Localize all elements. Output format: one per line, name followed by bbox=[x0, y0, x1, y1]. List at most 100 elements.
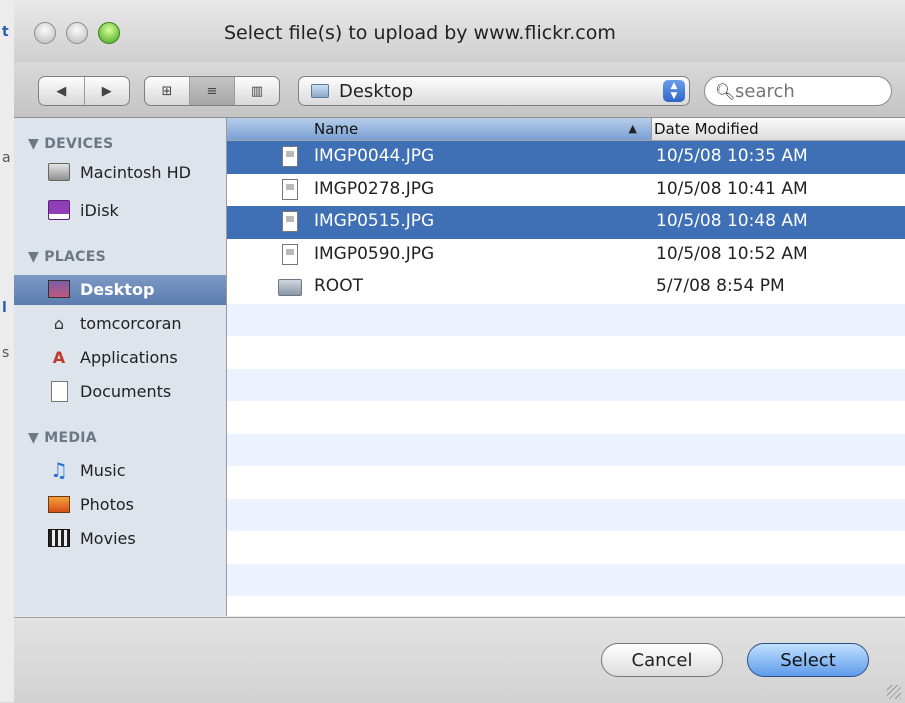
sidebar-item-label: tomcorcoran bbox=[80, 314, 182, 333]
toolbar: ◀ ▶ ⊞ ≡ ▥ Desktop ▲ ▼ 🔍︎ bbox=[14, 62, 905, 118]
window-title: Select file(s) to upload by www.flickr.c… bbox=[224, 22, 616, 44]
file-date: 10/5/08 10:41 AM bbox=[656, 178, 808, 199]
popup-arrows-icon: ▲ ▼ bbox=[663, 80, 685, 102]
sidebar-item-documents[interactable]: Documents bbox=[14, 377, 226, 407]
empty-row bbox=[227, 303, 905, 336]
sidebar-item-applications[interactable]: A Applications bbox=[14, 343, 226, 373]
empty-row bbox=[227, 596, 905, 616]
sidebar-item-label: Applications bbox=[80, 348, 178, 367]
sidebar-item-label: Documents bbox=[80, 382, 172, 401]
movies-icon bbox=[48, 528, 70, 548]
column-view-button[interactable]: ▥ bbox=[235, 77, 279, 105]
file-name: IMGP0044.JPG bbox=[314, 146, 435, 166]
search-input[interactable] bbox=[735, 80, 880, 102]
sidebar-item-photos[interactable]: Photos bbox=[14, 490, 226, 520]
forward-arrow-icon: ▶ bbox=[101, 83, 112, 99]
empty-row bbox=[227, 401, 905, 434]
file-row[interactable]: IMGP0515.JPG 10/5/08 10:48 AM bbox=[227, 206, 905, 239]
view-mode-control: ⊞ ≡ ▥ bbox=[144, 76, 280, 106]
file-row[interactable]: IMGP0590.JPG 10/5/08 10:52 AM bbox=[227, 239, 905, 272]
background-fragment: a bbox=[2, 150, 11, 166]
jpeg-file-icon bbox=[282, 146, 298, 167]
sidebar-item-label: Photos bbox=[80, 495, 134, 514]
music-icon: ♫ bbox=[50, 458, 68, 482]
background-fragment: l bbox=[2, 300, 7, 316]
file-date: 10/5/08 10:48 AM bbox=[656, 211, 808, 231]
search-icon: 🔍︎ bbox=[715, 82, 736, 101]
file-rows: IMGP0044.JPG 10/5/08 10:35 AM IMGP0278.J… bbox=[227, 141, 905, 616]
desktop-icon bbox=[48, 279, 70, 299]
sidebar: ▼ DEVICES Macintosh HD iDisk ▼ PLACES De… bbox=[14, 118, 227, 616]
forward-button[interactable]: ▶ bbox=[85, 77, 130, 105]
minimize-window-button[interactable] bbox=[66, 22, 88, 44]
sidebar-item-label: Movies bbox=[80, 529, 136, 548]
list-header: Name ▲ Date Modified bbox=[227, 118, 905, 141]
file-open-dialog: Select file(s) to upload by www.flickr.c… bbox=[14, 0, 905, 703]
sidebar-item-tomcorcoran[interactable]: ⌂ tomcorcoran bbox=[14, 309, 226, 339]
sidebar-item-movies[interactable]: Movies bbox=[14, 524, 226, 554]
folder-icon bbox=[278, 279, 302, 296]
search-field[interactable]: 🔍︎ bbox=[704, 76, 892, 106]
resize-grip-icon[interactable] bbox=[887, 685, 901, 699]
file-date: 5/7/08 8:54 PM bbox=[656, 276, 785, 296]
back-arrow-icon: ◀ bbox=[56, 83, 67, 99]
empty-row bbox=[227, 368, 905, 401]
background-fragment: s bbox=[2, 345, 10, 361]
file-name: ROOT bbox=[314, 276, 363, 296]
file-row[interactable]: IMGP0044.JPG 10/5/08 10:35 AM bbox=[227, 141, 905, 174]
empty-row bbox=[227, 336, 905, 369]
sidebar-item-desktop[interactable]: Desktop bbox=[14, 275, 226, 305]
list-view-button[interactable]: ≡ bbox=[190, 77, 235, 105]
applications-icon: A bbox=[52, 347, 66, 367]
file-name: IMGP0515.JPG bbox=[314, 211, 435, 231]
file-row[interactable]: IMGP0278.JPG 10/5/08 10:41 AM bbox=[227, 174, 905, 207]
zoom-window-button[interactable] bbox=[98, 22, 120, 44]
file-name: IMGP0590.JPG bbox=[314, 243, 435, 264]
sidebar-item-label: Music bbox=[80, 461, 126, 480]
home-icon: ⌂ bbox=[53, 313, 65, 333]
columns-icon: ▥ bbox=[250, 83, 264, 99]
select-button[interactable]: Select bbox=[747, 643, 869, 677]
file-name: IMGP0278.JPG bbox=[314, 178, 435, 199]
media-header[interactable]: ▼ MEDIA bbox=[28, 430, 97, 446]
empty-row bbox=[227, 563, 905, 596]
sidebar-item-label: iDisk bbox=[80, 201, 119, 220]
sidebar-item-idisk[interactable]: iDisk bbox=[14, 196, 226, 226]
location-popup[interactable]: Desktop ▲ ▼ bbox=[298, 76, 690, 106]
devices-header[interactable]: ▼ DEVICES bbox=[28, 136, 114, 152]
column-title: Name bbox=[314, 120, 359, 138]
sidebar-item-label: Desktop bbox=[80, 280, 155, 299]
title-bar[interactable]: Select file(s) to upload by www.flickr.c… bbox=[14, 0, 905, 63]
empty-row bbox=[227, 466, 905, 499]
back-forward-control: ◀ ▶ bbox=[38, 76, 130, 106]
jpeg-file-icon bbox=[282, 178, 298, 200]
sidebar-item-macintosh-hd[interactable]: Macintosh HD bbox=[14, 158, 226, 188]
background-fragment: t bbox=[2, 24, 9, 40]
file-date: 10/5/08 10:35 AM bbox=[656, 146, 808, 166]
date-modified-column-header[interactable]: Date Modified bbox=[654, 120, 759, 138]
sort-ascending-icon: ▲ bbox=[628, 122, 637, 135]
file-list: Name ▲ Date Modified IMGP0044.JPG 10/5/0… bbox=[227, 118, 905, 616]
documents-icon bbox=[48, 380, 70, 402]
empty-row bbox=[227, 531, 905, 564]
idisk-icon bbox=[48, 200, 70, 220]
sidebar-item-music[interactable]: ♫ Music bbox=[14, 456, 226, 486]
file-date: 10/5/08 10:52 AM bbox=[656, 243, 808, 264]
cancel-button[interactable]: Cancel bbox=[601, 643, 723, 677]
close-window-button[interactable] bbox=[34, 22, 56, 44]
folder-icon bbox=[311, 84, 329, 98]
location-label: Desktop bbox=[339, 81, 414, 102]
photos-icon bbox=[48, 494, 70, 514]
background-app: t a l s bbox=[0, 0, 14, 702]
places-header[interactable]: ▼ PLACES bbox=[28, 249, 106, 265]
icon-view-button[interactable]: ⊞ bbox=[145, 77, 190, 105]
file-row[interactable]: ROOT 5/7/08 8:54 PM bbox=[227, 271, 905, 304]
button-bar: Cancel Select bbox=[14, 617, 905, 703]
name-column-header[interactable]: Name ▲ bbox=[227, 118, 652, 140]
back-button[interactable]: ◀ bbox=[39, 77, 85, 105]
jpeg-file-icon bbox=[282, 211, 298, 232]
empty-row bbox=[227, 498, 905, 531]
jpeg-file-icon bbox=[282, 243, 298, 265]
grid-icon: ⊞ bbox=[161, 83, 173, 99]
list-icon: ≡ bbox=[206, 83, 218, 99]
